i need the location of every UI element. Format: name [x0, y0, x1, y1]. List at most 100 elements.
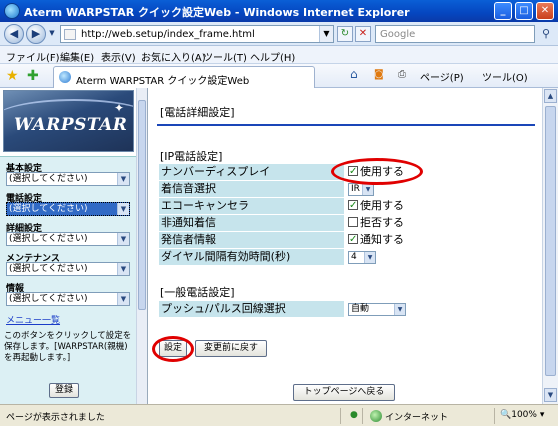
- left-scroll-thumb[interactable]: [138, 100, 146, 310]
- menu-tools[interactable]: ツール(T): [203, 49, 247, 64]
- row-caller-info: 発信者情報 通知する: [159, 232, 535, 248]
- feeds-icon[interactable]: ◙: [374, 69, 384, 80]
- print-icon[interactable]: ⎙: [398, 69, 406, 80]
- left-scrollbar[interactable]: [136, 88, 147, 404]
- label-echo-canceller: エコーキャンセラ: [159, 198, 344, 214]
- home-icon[interactable]: ⌂: [350, 67, 358, 81]
- menu-edit[interactable]: 編集(E): [60, 49, 94, 64]
- left-frame: WARPSTAR ✦ 基本設定 (選択してください) ▼ 電話設定 (選択してく…: [0, 88, 148, 404]
- stop-icon[interactable]: ✕: [355, 26, 371, 42]
- ie-icon: [4, 3, 20, 19]
- star-sparkle-icon: ✦: [114, 101, 125, 115]
- chevron-down-icon: ▼: [117, 203, 129, 215]
- close-button[interactable]: ✕: [536, 2, 554, 20]
- select-push-pulse-value: 自動: [351, 303, 370, 314]
- menu-file[interactable]: ファイル(F): [6, 49, 60, 64]
- right-frame: [電話詳細設定] [IP電話設定] ナンバーディスプレイ 使用する 着信音選択 …: [149, 88, 542, 404]
- revert-button[interactable]: 変更前に戻す: [195, 340, 267, 357]
- select-advanced-value: (選択してください): [9, 234, 88, 244]
- select-ringtone-value: IR: [351, 183, 360, 194]
- status-bar: ページが表示されました ● インターネット 🔍100% ▾: [0, 404, 558, 426]
- window-title: Aterm WARPSTAR クイック設定Web - Windows Inter…: [24, 6, 410, 19]
- register-button[interactable]: 登録: [49, 383, 79, 398]
- left-menu-panel: 基本設定 (選択してください) ▼ 電話設定 (選択してください) ▼ 詳細設定…: [0, 156, 136, 404]
- title-bar: Aterm WARPSTAR クイック設定Web - Windows Inter…: [0, 0, 558, 22]
- chevron-down-icon: ▼: [364, 251, 375, 263]
- address-dropdown-icon[interactable]: ▼: [319, 26, 333, 42]
- refresh-icon[interactable]: ↻: [337, 26, 353, 42]
- menu-help[interactable]: ヘルプ(H): [250, 49, 295, 64]
- menu-view[interactable]: 表示(V): [101, 49, 136, 64]
- chevron-down-icon: ▼: [117, 263, 129, 275]
- select-push-pulse[interactable]: 自動 ▼: [348, 302, 406, 316]
- content-viewport: WARPSTAR ✦ 基本設定 (選択してください) ▼ 電話設定 (選択してく…: [0, 88, 558, 404]
- select-dial-interval[interactable]: 4 ▼: [348, 250, 376, 264]
- tab-page-icon: [59, 71, 71, 83]
- zone-label: インターネット: [385, 413, 449, 423]
- right-scrollbar[interactable]: ▲ ▼: [542, 88, 558, 404]
- history-dropdown-icon[interactable]: ▼: [46, 24, 58, 44]
- tools-menu[interactable]: ツール(O): [482, 69, 528, 84]
- favorites-star-icon[interactable]: ★: [6, 68, 19, 84]
- logo-text: WARPSTAR: [14, 115, 128, 135]
- select-phone-value: (選択してください): [9, 204, 88, 214]
- select-maintenance-value: (選択してください): [9, 264, 88, 274]
- right-scroll-thumb[interactable]: [545, 106, 556, 376]
- page-menu[interactable]: ページ(P): [420, 69, 464, 84]
- row-ringtone: 着信音選択 IR ▼: [159, 181, 535, 197]
- search-input[interactable]: Google: [375, 25, 535, 43]
- tab-label: Aterm WARPSTAR クイック設定Web: [76, 76, 250, 87]
- select-maintenance[interactable]: (選択してください) ▼: [6, 262, 130, 276]
- address-url: http://web.setup/index_frame.html: [81, 29, 255, 40]
- maximize-button[interactable]: □: [515, 2, 533, 20]
- status-text: ページが表示されました: [6, 413, 105, 423]
- menu-favorites[interactable]: お気に入り(A): [141, 49, 206, 64]
- row-echo-canceller: エコーキャンセラ 使用する: [159, 198, 535, 214]
- select-phone[interactable]: (選択してください) ▼: [6, 202, 130, 216]
- select-basic-value: (選択してください): [9, 174, 88, 184]
- tab-current[interactable]: Aterm WARPSTAR クイック設定Web: [53, 66, 315, 88]
- title-divider: [157, 124, 535, 126]
- minimize-button[interactable]: _: [494, 2, 512, 20]
- scroll-down-icon[interactable]: ▼: [544, 388, 557, 402]
- top-page-button[interactable]: トップページへ戻る: [293, 384, 395, 401]
- checkbox-caller-info[interactable]: [348, 232, 358, 248]
- select-dial-interval-value: 4: [351, 251, 357, 262]
- chevron-down-icon: ▼: [117, 173, 129, 185]
- general-section-title: [一般電話設定]: [160, 286, 235, 299]
- checkbox-echo-canceller[interactable]: [348, 198, 358, 214]
- zone-indicator[interactable]: インターネット: [370, 410, 448, 423]
- chevron-down-icon: ▼: [362, 183, 373, 195]
- select-info[interactable]: (選択してください) ▼: [6, 292, 130, 306]
- label-ringtone: 着信音選択: [159, 181, 344, 197]
- protected-mode-icon: ●: [350, 410, 358, 420]
- label-caller-info: 発信者情報: [159, 232, 344, 248]
- highlight-oval-set-button: [152, 336, 194, 362]
- search-placeholder: Google: [380, 29, 416, 40]
- help-text: このボタンをクリックして設定を保存します。[WARPSTAR(親機)を再起動しま…: [4, 331, 134, 385]
- checkbox-anonymous-call[interactable]: [348, 217, 358, 227]
- globe-icon: [370, 410, 382, 422]
- ip-section-title: [IP電話設定]: [160, 150, 223, 163]
- warpstar-logo: WARPSTAR ✦: [3, 90, 134, 152]
- back-icon[interactable]: ◀: [4, 24, 24, 44]
- search-icon[interactable]: ⚲: [538, 26, 554, 42]
- chevron-down-icon: ▼: [117, 293, 129, 305]
- chevron-down-icon: ▼: [394, 303, 405, 315]
- page-title: [電話詳細設定]: [160, 106, 235, 119]
- row-push-pulse: プッシュ/パルス回線選択 自動 ▼: [159, 301, 535, 317]
- forward-icon[interactable]: ▶: [26, 24, 46, 44]
- address-bar[interactable]: http://web.setup/index_frame.html ▼: [60, 25, 334, 43]
- add-favorites-icon[interactable]: ✚: [27, 68, 39, 84]
- select-advanced[interactable]: (選択してください) ▼: [6, 232, 130, 246]
- select-basic[interactable]: (選択してください) ▼: [6, 172, 130, 186]
- label-push-pulse: プッシュ/パルス回線選択: [159, 301, 344, 317]
- menu-list-link[interactable]: メニュー一覧: [6, 313, 60, 326]
- value-anonymous-call: 拒否する: [360, 216, 404, 229]
- label-dial-interval: ダイヤル間隔有効時間(秒): [159, 249, 344, 265]
- label-anonymous-call: 非通知着信: [159, 215, 344, 231]
- tab-bar: ★ ✚ Aterm WARPSTAR クイック設定Web ⌂ ◙ ⎙ ページ(P…: [0, 64, 558, 88]
- zoom-level[interactable]: 🔍100% ▾: [500, 410, 544, 420]
- value-echo-canceller: 使用する: [360, 199, 404, 212]
- scroll-up-icon[interactable]: ▲: [544, 89, 557, 103]
